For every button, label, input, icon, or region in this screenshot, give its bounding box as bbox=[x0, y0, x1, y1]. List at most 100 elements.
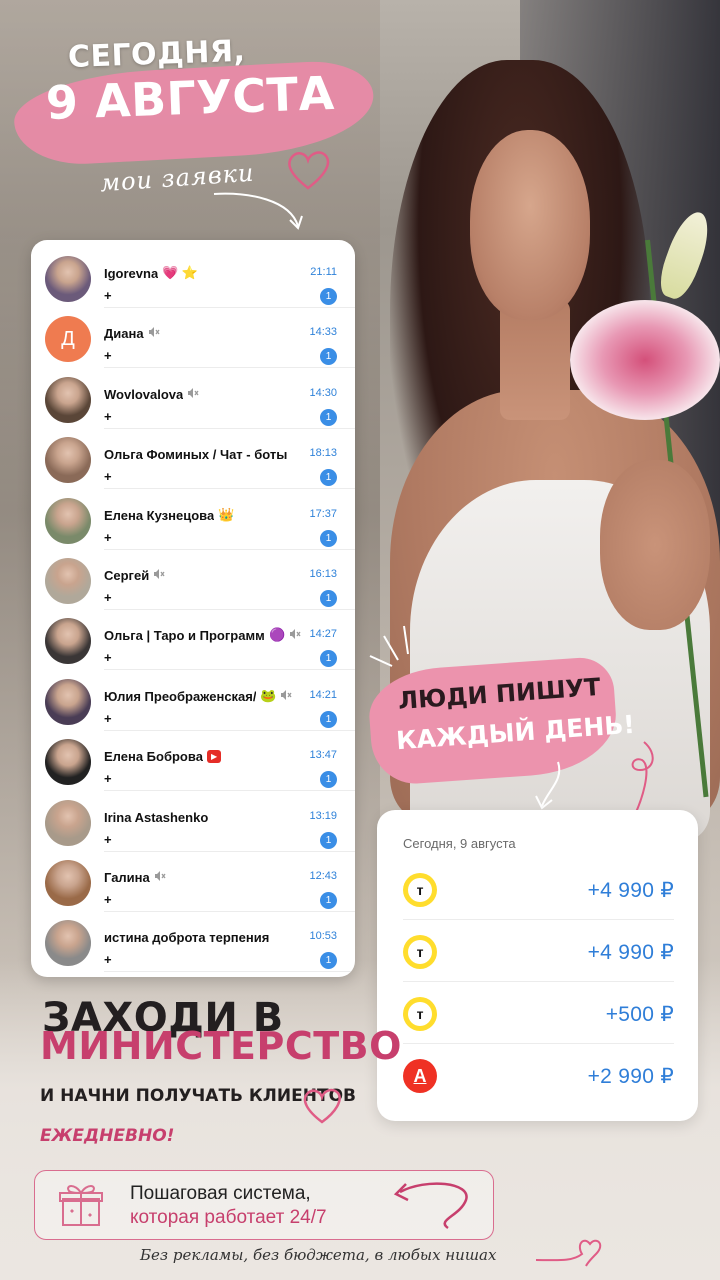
status-emoji: 👑 bbox=[218, 506, 235, 522]
payment-amount: +4 990 ₽ bbox=[587, 941, 674, 964]
payment-row: т +500 ₽ bbox=[377, 982, 698, 1044]
payment-amount: +2 990 ₽ bbox=[587, 1065, 674, 1088]
status-emoji: 🟣 bbox=[269, 627, 286, 643]
heart-underline-icon bbox=[536, 1239, 602, 1267]
cta-line2: МИНИСТЕРСТВО bbox=[40, 1024, 402, 1068]
chat-list-item[interactable]: Igorevna +21:11 1 💗 ⭐ bbox=[31, 248, 355, 308]
chat-name: Wovlovalova bbox=[104, 386, 184, 402]
chat-list-item[interactable]: Д Диана +14:33 1 bbox=[31, 308, 355, 369]
chat-list-item[interactable]: истина доброта терпения +10:53 1 bbox=[31, 912, 355, 973]
chat-time: 13:47 bbox=[309, 749, 337, 762]
chat-list-item[interactable]: Wovlovalova +14:30 1 bbox=[31, 369, 355, 429]
chat-preview: + bbox=[104, 892, 112, 907]
chat-name: истина доброта терпения bbox=[104, 930, 270, 946]
chat-list-item[interactable]: Сергей +16:13 1 bbox=[31, 550, 355, 610]
system-line1: Пошаговая система, bbox=[130, 1183, 311, 1204]
avatar bbox=[45, 860, 91, 906]
chat-time: 14:21 bbox=[309, 688, 337, 701]
unread-badge: 1 bbox=[320, 408, 337, 426]
chat-list-item[interactable]: Елена Боброва +13:47 1 ▶ bbox=[31, 731, 355, 792]
payments-date: Сегодня, 9 августа bbox=[403, 836, 516, 851]
chat-preview: + bbox=[104, 590, 112, 605]
chat-preview: + bbox=[104, 408, 112, 424]
chat-time: 14:27 bbox=[309, 628, 337, 641]
tbank-icon: т bbox=[403, 935, 437, 969]
unread-badge: 1 bbox=[320, 529, 337, 547]
chat-name: Елена Боброва bbox=[104, 749, 203, 765]
payment-row: А +2 990 ₽ bbox=[377, 1044, 698, 1106]
chat-preview: + bbox=[104, 831, 112, 847]
unread-badge: 1 bbox=[320, 710, 337, 728]
chat-preview: + bbox=[104, 348, 112, 364]
payment-amount: +4 990 ₽ bbox=[587, 879, 674, 902]
unread-badge: 1 bbox=[320, 831, 337, 849]
avatar bbox=[45, 799, 91, 846]
chat-name: Диана bbox=[104, 326, 144, 342]
payment-amount: +500 ₽ bbox=[605, 1003, 674, 1026]
status-emoji: ▶ bbox=[207, 750, 222, 764]
muted-icon bbox=[149, 327, 160, 338]
avatar bbox=[45, 739, 91, 786]
chat-time: 14:30 bbox=[309, 386, 337, 399]
payment-row: т +4 990 ₽ bbox=[377, 920, 698, 982]
chat-name: Юлия Преображенская/ bbox=[104, 688, 257, 704]
curved-arrow-left-icon bbox=[393, 1182, 468, 1230]
chat-preview: + bbox=[104, 710, 112, 726]
lily-flower bbox=[570, 300, 720, 420]
chat-list-item[interactable]: Елена Кузнецова +17:37 1 👑 bbox=[31, 490, 355, 550]
chat-list-item[interactable]: Irina Astashenko +13:19 1 bbox=[31, 792, 355, 852]
muted-icon bbox=[154, 569, 165, 579]
chat-list-item[interactable]: Ольга | Таро и Программ +14:27 1 🟣 bbox=[31, 610, 355, 671]
chat-list-item[interactable]: Галина +12:43 1 bbox=[31, 852, 355, 912]
chat-name: Ольга | Таро и Программ bbox=[104, 628, 265, 644]
avatar bbox=[45, 618, 91, 665]
chat-time: 17:37 bbox=[309, 507, 337, 520]
avatar bbox=[45, 376, 91, 423]
tbank-icon: т bbox=[403, 997, 437, 1031]
unread-badge: 1 bbox=[320, 288, 337, 305]
gift-icon bbox=[59, 1185, 103, 1226]
tbank-icon: т bbox=[403, 873, 437, 907]
avatar bbox=[45, 678, 91, 725]
avatar bbox=[45, 437, 91, 484]
curved-arrow-icon bbox=[213, 192, 303, 230]
chat-name: Елена Кузнецова bbox=[104, 507, 215, 523]
chat-name: Ольга Фоминых / Чат - боты bbox=[104, 447, 288, 463]
payment-row: т +4 990 ₽ bbox=[377, 858, 698, 920]
bank-letter: А bbox=[413, 1065, 427, 1086]
heart-outline-icon bbox=[303, 1088, 341, 1124]
chat-preview: + bbox=[104, 771, 112, 787]
bank-letter: т bbox=[408, 878, 432, 902]
hand bbox=[600, 460, 710, 630]
cta-line4: ЕЖЕДНЕВНО! bbox=[40, 1126, 175, 1146]
payments-card: Сегодня, 9 августа т +4 990 ₽ т +4 990 ₽ т +5… bbox=[377, 810, 698, 1121]
chat-preview: + bbox=[104, 529, 112, 545]
avatar: Д bbox=[45, 316, 91, 363]
avatar-initial: Д bbox=[61, 327, 75, 350]
chat-time: 12:43 bbox=[309, 870, 337, 882]
alfabank-icon: А bbox=[403, 1059, 437, 1093]
chat-list-item[interactable]: Юлия Преображенская/ +14:21 1 🐸 bbox=[31, 671, 355, 731]
system-line2: которая работает 24/7 bbox=[130, 1207, 327, 1228]
muted-icon bbox=[290, 629, 301, 640]
chat-time: 21:11 bbox=[310, 266, 337, 278]
sparkle-lines-icon bbox=[369, 625, 409, 667]
muted-icon bbox=[155, 871, 166, 881]
unread-badge: 1 bbox=[320, 892, 337, 909]
header-date: 9 АВГУСТА bbox=[45, 65, 336, 130]
unread-badge: 1 bbox=[320, 952, 337, 970]
avatar bbox=[45, 558, 91, 604]
chat-time: 10:53 bbox=[309, 930, 337, 943]
chat-time: 18:13 bbox=[309, 447, 337, 460]
chat-list-item[interactable]: Ольга Фоминых / Чат - боты +18:13 1 bbox=[31, 429, 355, 490]
bank-letter: т bbox=[408, 1002, 432, 1026]
avatar bbox=[45, 920, 91, 967]
avatar bbox=[45, 497, 91, 544]
down-arrow-icon bbox=[535, 761, 561, 810]
unread-badge: 1 bbox=[320, 590, 337, 607]
muted-icon bbox=[188, 387, 199, 398]
muted-icon bbox=[281, 689, 292, 700]
bank-letter: т bbox=[408, 940, 432, 964]
chat-name: Сергей bbox=[104, 568, 150, 583]
chat-list-card: Igorevna +21:11 1 💗 ⭐ Д Диана +14:33 1 Wovlovalo… bbox=[31, 240, 355, 977]
